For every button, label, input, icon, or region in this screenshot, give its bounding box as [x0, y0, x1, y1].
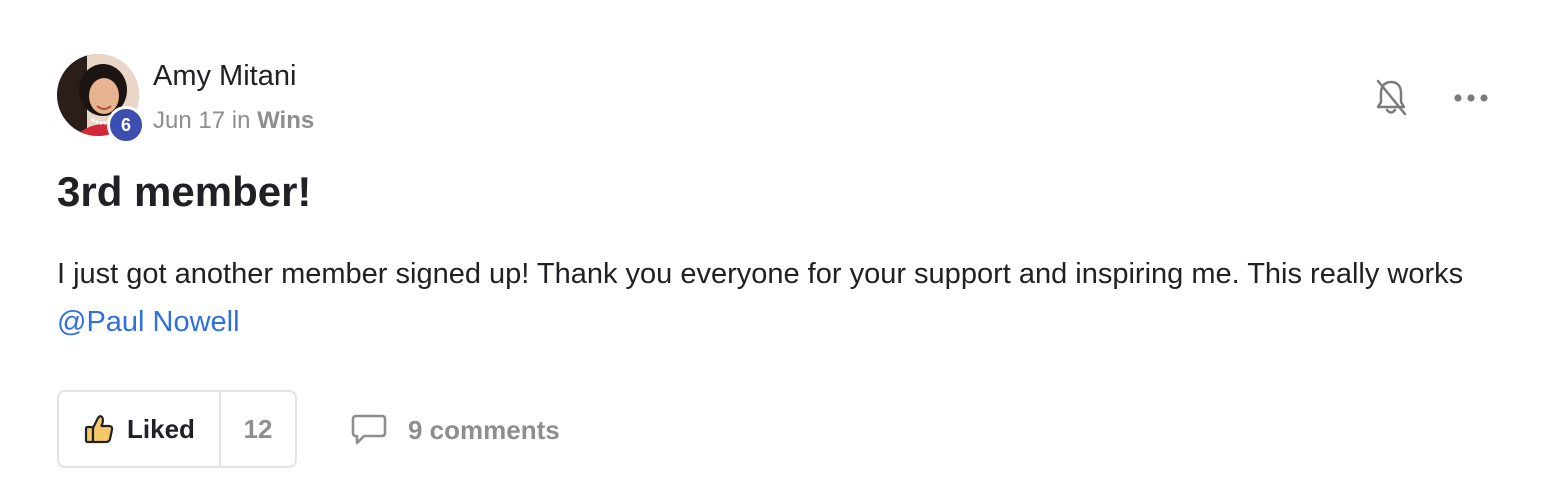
notifications-toggle-button[interactable] [1372, 76, 1410, 120]
like-label: Liked [127, 413, 195, 444]
post-date[interactable]: Jun 17 [153, 107, 225, 134]
author-avatar-wrap[interactable]: 6 [57, 54, 145, 144]
post-meta: Jun 17 in Wins [153, 107, 314, 135]
like-group: Liked 12 [57, 390, 297, 468]
mention-link[interactable]: @Paul Nowell [57, 306, 240, 338]
post-title: 3rd member! [57, 168, 312, 215]
comments-label: 9 comments [408, 414, 560, 445]
like-count-button[interactable]: 12 [221, 392, 295, 466]
comment-bubble-icon [351, 414, 387, 445]
author-name[interactable]: Amy Mitani [153, 60, 296, 93]
post-body-text: I just got another member signed up! Tha… [57, 258, 1464, 290]
bell-off-icon [1376, 79, 1407, 116]
like-button[interactable]: Liked [59, 392, 221, 466]
thumbs-up-icon [84, 415, 114, 444]
level-badge: 6 [107, 106, 145, 144]
comments-button[interactable]: 9 comments [350, 405, 560, 455]
meta-in-word: in [231, 107, 251, 134]
post-category[interactable]: Wins [257, 107, 314, 134]
more-horizontal-icon [1454, 94, 1488, 102]
post-card: 6 Amy Mitani Jun 17 in Wins 3rd member! … [0, 0, 1554, 488]
more-options-button[interactable] [1450, 82, 1492, 114]
post-body: I just got another member signed up! Tha… [57, 250, 1527, 346]
